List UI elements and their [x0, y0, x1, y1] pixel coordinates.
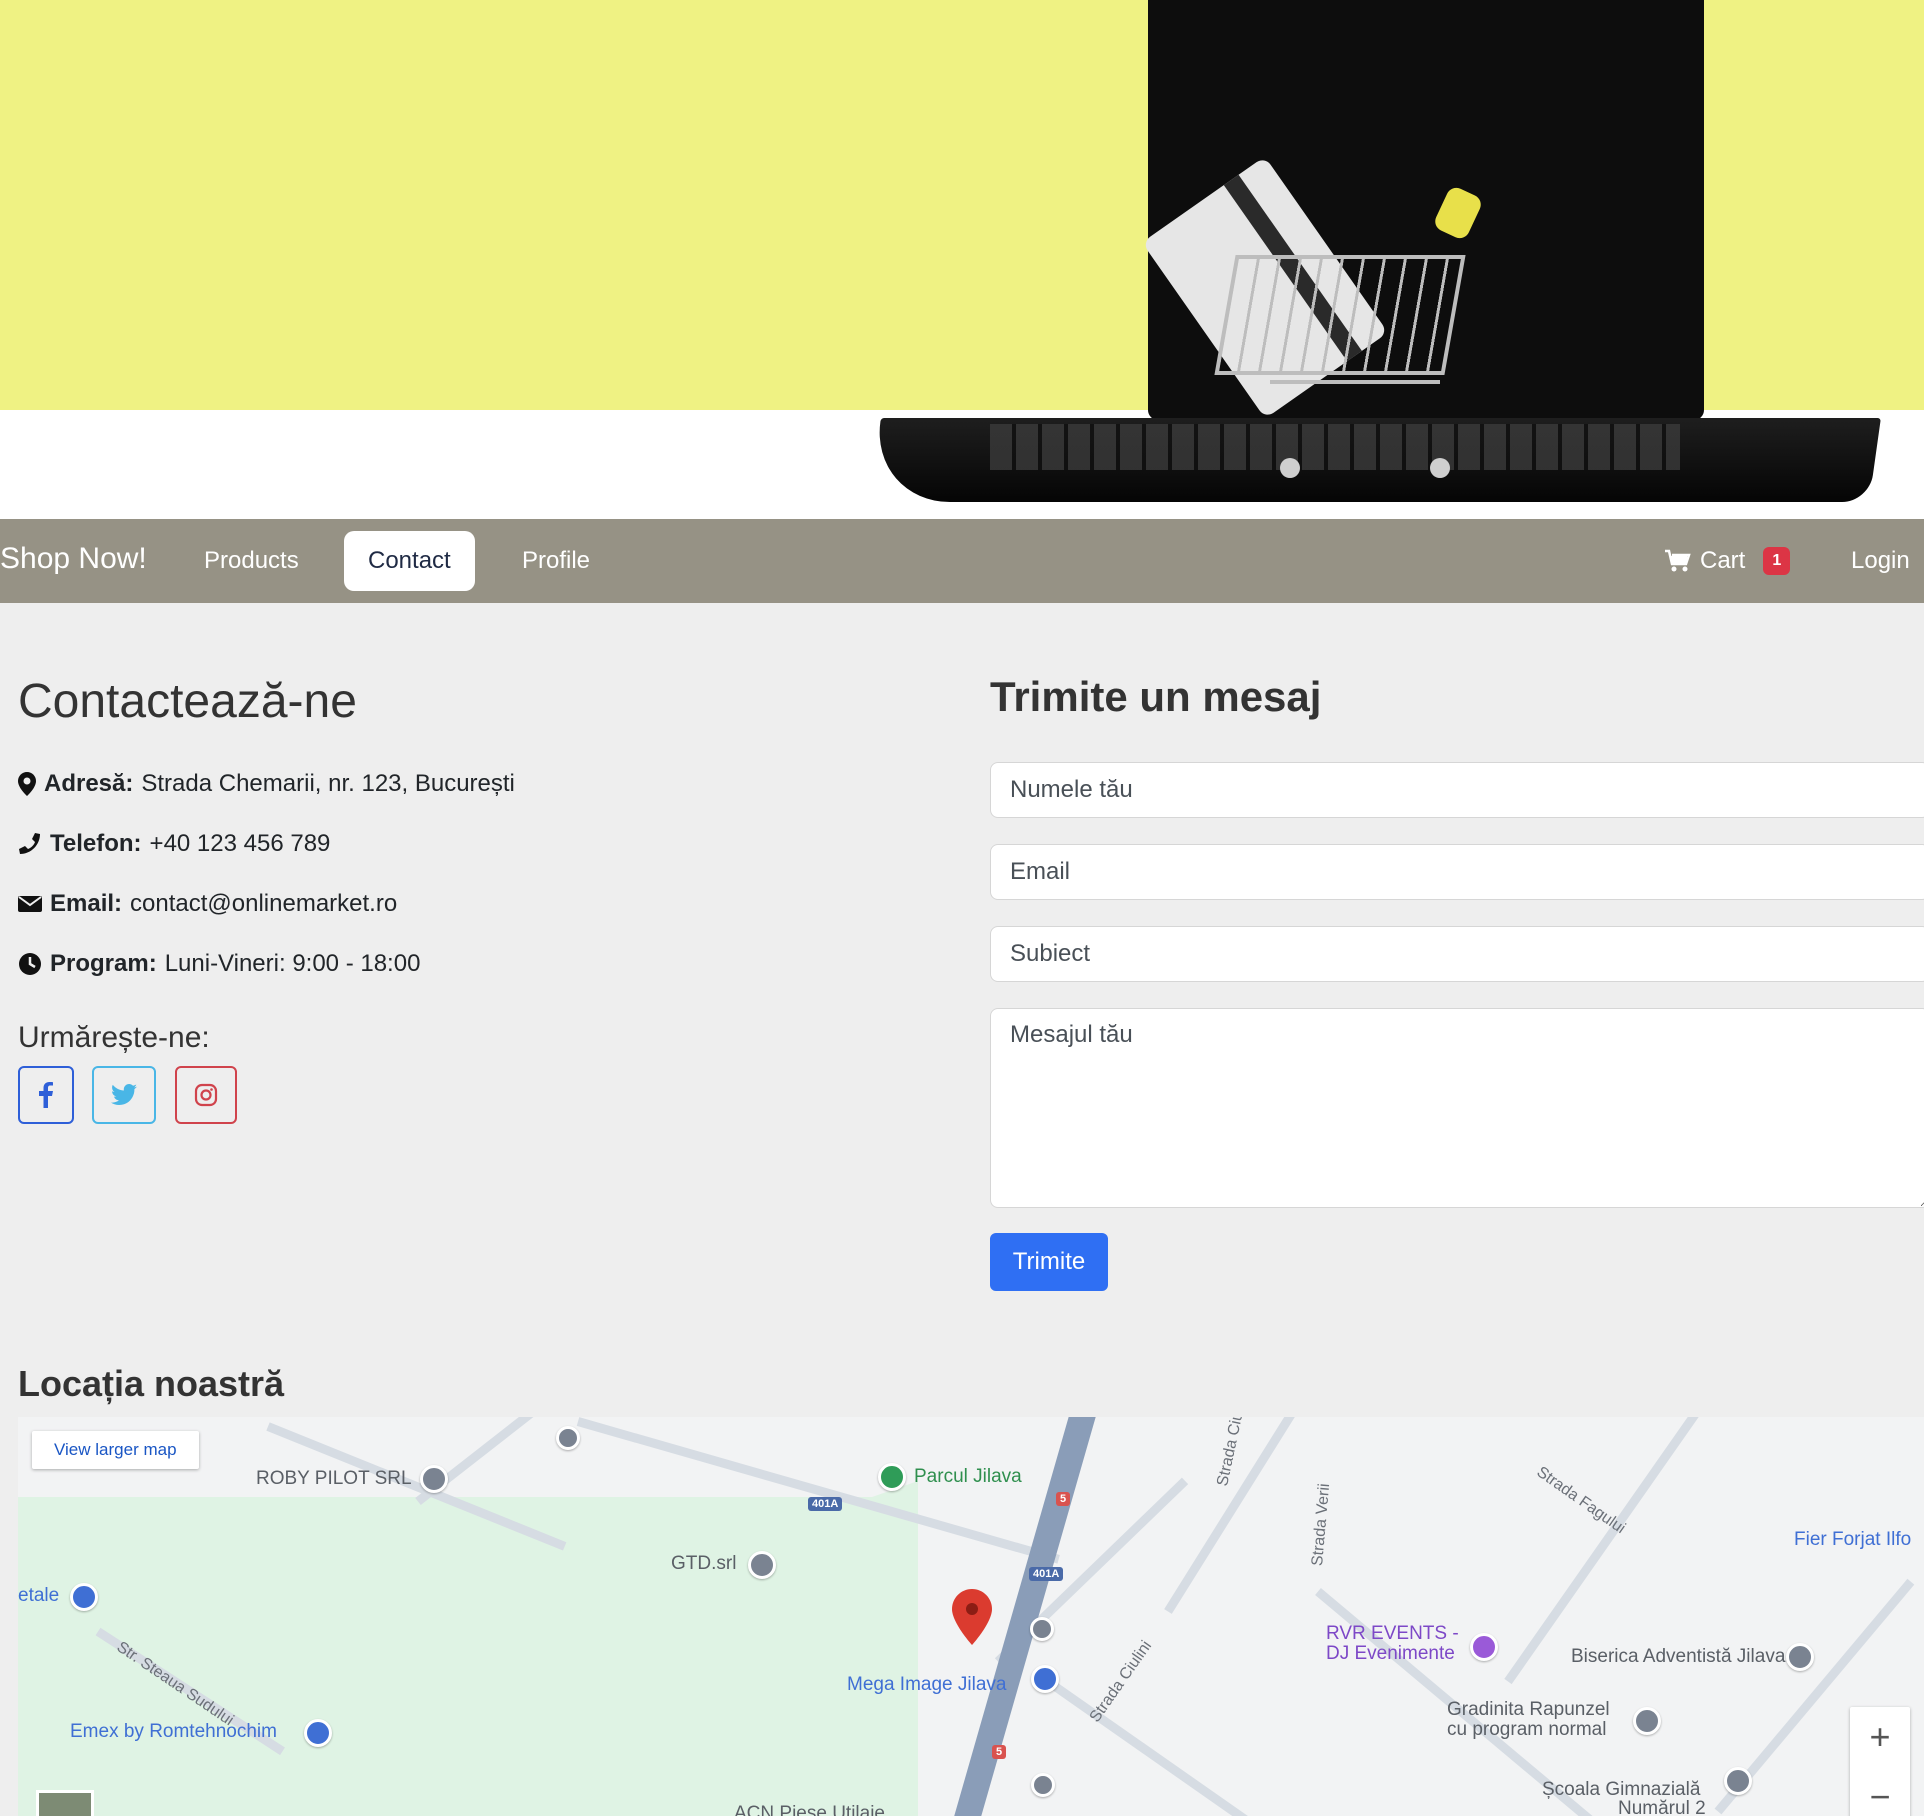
nav-products[interactable]: Products	[180, 531, 323, 591]
road-shield-401a: 401A	[808, 1497, 843, 1511]
roby-pin-icon[interactable]	[420, 1465, 448, 1493]
program-line: Program: Luni-Vineri: 9:00 - 18:00	[18, 950, 420, 978]
bus-stop-icon[interactable]	[1030, 1617, 1054, 1641]
gtd-pin-icon[interactable]	[748, 1551, 776, 1579]
zoom-out-button[interactable]: −	[1850, 1767, 1910, 1816]
brand-link[interactable]: Shop Now!	[0, 542, 147, 576]
phone-label: Telefon:	[50, 830, 142, 857]
map-road	[1045, 1677, 1297, 1816]
poi-mega-image[interactable]: Mega Image Jilava	[847, 1674, 1006, 1696]
street-fagului: Strada Fagului	[1533, 1463, 1629, 1538]
phone-value: +40 123 456 789	[149, 830, 331, 857]
address-value: Strada Chemarii, nr. 123, București	[141, 770, 515, 797]
follow-title: Urmărește-ne:	[18, 1021, 210, 1054]
zoom-in-button[interactable]: +	[1850, 1707, 1910, 1767]
emex-pin-icon[interactable]	[304, 1719, 332, 1747]
school-pin-icon[interactable]	[1724, 1767, 1752, 1795]
road-shield-5: 5	[992, 1745, 1007, 1759]
login-link[interactable]: Login	[1851, 531, 1910, 591]
envelope-icon	[18, 896, 42, 912]
cart-label: Cart	[1700, 547, 1746, 574]
road-shield-401a: 401A	[1029, 1567, 1064, 1581]
poi-rvr-line2[interactable]: DJ Evenimente	[1326, 1643, 1455, 1665]
message-textarea[interactable]	[990, 1008, 1924, 1208]
map-embed[interactable]: View larger map ROBY PILOT SRL Parcul Ji…	[18, 1417, 1924, 1816]
program-label: Program:	[50, 950, 157, 977]
instagram-icon	[194, 1083, 218, 1107]
twitter-icon	[111, 1084, 137, 1105]
email-input[interactable]	[990, 844, 1924, 900]
street-verii: Strada Verii	[1309, 1482, 1334, 1567]
school-pin-icon[interactable]	[1633, 1707, 1661, 1735]
phone-icon	[19, 833, 40, 854]
name-input[interactable]	[990, 762, 1924, 818]
subject-input[interactable]	[990, 926, 1924, 982]
cart-icon	[1665, 549, 1691, 572]
email-value: contact@onlinemarket.ro	[130, 890, 398, 917]
contact-title: Contactează-ne	[18, 675, 357, 728]
hero-banner	[0, 0, 1924, 519]
instagram-button[interactable]	[175, 1066, 237, 1124]
poi-emex[interactable]: Emex by Romtehnochim	[70, 1721, 277, 1743]
mega-image-pin-icon[interactable]	[1031, 1665, 1059, 1693]
phone-line: Telefon: +40 123 456 789	[18, 830, 330, 858]
bus-stop-icon[interactable]	[556, 1426, 580, 1450]
satellite-toggle[interactable]	[36, 1790, 94, 1816]
poi-gradinita-line1[interactable]: Gradinita Rapunzel	[1447, 1699, 1610, 1721]
cart-wheel	[1280, 458, 1300, 478]
view-larger-map-link[interactable]: View larger map	[32, 1431, 199, 1469]
poi-biserica[interactable]: Biserica Adventistă Jilava	[1571, 1646, 1785, 1668]
address-line: Adresă: Strada Chemarii, nr. 123, Bucure…	[18, 770, 515, 798]
email-label: Email:	[50, 890, 123, 917]
twitter-button[interactable]	[92, 1066, 156, 1124]
form-title: Trimite un mesaj	[990, 673, 1322, 720]
cart-count-badge: 1	[1763, 547, 1791, 575]
poi-parcul[interactable]: Parcul Jilava	[914, 1466, 1022, 1488]
location-pin-icon[interactable]	[952, 1589, 992, 1645]
facebook-button[interactable]	[18, 1066, 74, 1124]
address-label: Adresă:	[44, 770, 134, 797]
program-value: Luni-Vineri: 9:00 - 18:00	[164, 950, 421, 977]
poi-gtd[interactable]: GTD.srl	[671, 1553, 736, 1575]
nav-profile[interactable]: Profile	[498, 531, 614, 591]
map-road	[1164, 1417, 1363, 1614]
shopping-cart-image	[1214, 255, 1466, 375]
poi-acn[interactable]: ACN Piese Utilaje	[734, 1803, 885, 1816]
poi-gradinita-line2[interactable]: cu program normal	[1447, 1719, 1606, 1741]
facebook-icon	[39, 1082, 53, 1108]
poi-roby[interactable]: ROBY PILOT SRL	[256, 1468, 412, 1490]
poi-scoala-line2[interactable]: Numărul 2	[1618, 1798, 1706, 1816]
cart-frame	[1270, 380, 1440, 384]
rvr-pin-icon[interactable]	[1470, 1633, 1498, 1661]
park-pin-icon[interactable]	[878, 1463, 906, 1491]
map-road	[1504, 1417, 1730, 1685]
shop-pin-icon[interactable]	[70, 1583, 98, 1611]
laptop-keyboard	[990, 424, 1680, 470]
zoom-control: + −	[1850, 1707, 1910, 1816]
nav-contact[interactable]: Contact	[344, 531, 475, 591]
clock-icon	[19, 953, 41, 975]
poi-rvr-line1[interactable]: RVR EVENTS -	[1326, 1623, 1459, 1645]
poi-etale[interactable]: etale	[18, 1585, 59, 1607]
poi-fier-forjat[interactable]: Fier Forjat Ilfo	[1794, 1529, 1911, 1551]
cart-wheel	[1430, 458, 1450, 478]
church-pin-icon[interactable]	[1786, 1643, 1814, 1671]
submit-button[interactable]: Trimite	[990, 1233, 1108, 1291]
road-shield-5: 5	[1056, 1492, 1071, 1506]
bus-stop-icon[interactable]	[1031, 1773, 1055, 1797]
email-line: Email: contact@onlinemarket.ro	[18, 890, 397, 918]
cart-link[interactable]: Cart 1	[1664, 531, 1791, 591]
street-ciulini: Strada Ciulini	[1086, 1637, 1156, 1726]
map-marker-icon	[18, 772, 36, 796]
map-title: Locația noastră	[18, 1363, 285, 1404]
